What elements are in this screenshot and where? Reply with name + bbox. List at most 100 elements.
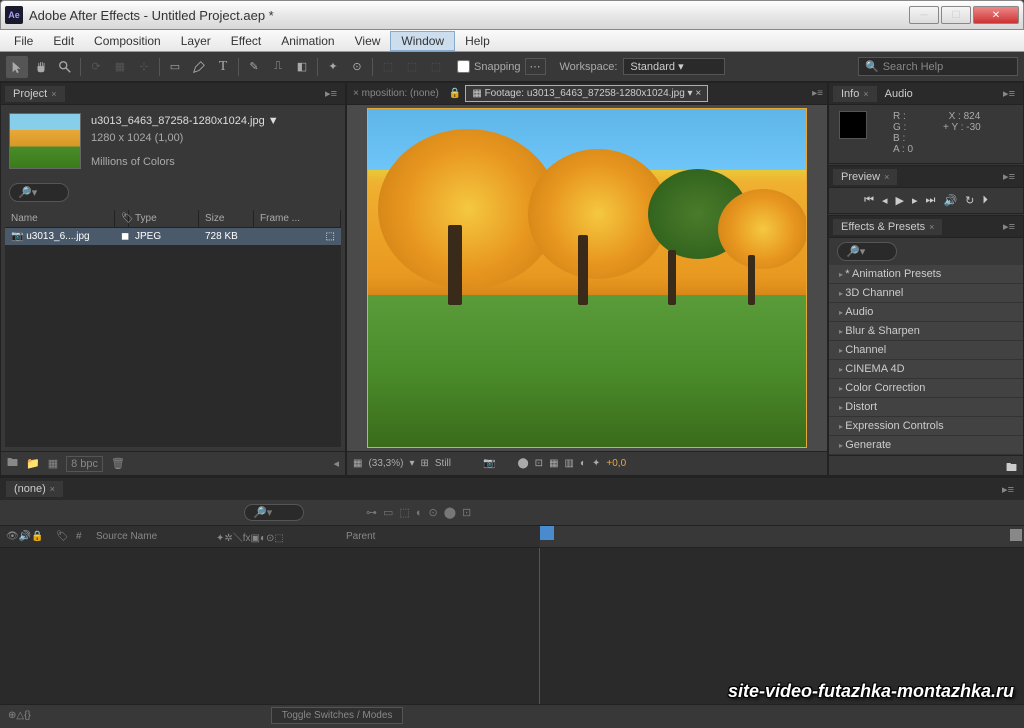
rotation-tool-icon[interactable]: ⟳ <box>85 56 107 78</box>
menu-composition[interactable]: Composition <box>84 32 171 50</box>
guides-icon[interactable]: ▥ <box>565 458 574 469</box>
camera-icon[interactable]: 📷 <box>483 458 495 469</box>
menu-animation[interactable]: Animation <box>271 32 344 50</box>
camera-tool-icon[interactable]: ▦ <box>109 56 131 78</box>
zoom-tool-icon[interactable] <box>54 56 76 78</box>
work-area-end[interactable] <box>1010 529 1022 541</box>
play-icon[interactable]: ▶ <box>896 194 904 207</box>
new-bin-icon[interactable]: 🖿 <box>1006 462 1017 474</box>
selection-tool-icon[interactable] <box>6 56 28 78</box>
prev-frame-icon[interactable]: ◂ <box>882 194 888 207</box>
tab-preview[interactable]: Preview × <box>833 169 897 185</box>
scroll-left-icon[interactable]: ◂ <box>333 457 339 470</box>
world-axis-icon[interactable]: ⬚ <box>401 56 423 78</box>
tl-tool-icon[interactable]: ⊡ <box>462 506 471 519</box>
tab-timeline[interactable]: (none) × <box>6 481 63 497</box>
close-icon[interactable]: × <box>51 89 56 99</box>
minimize-button[interactable]: ─ <box>909 6 939 24</box>
menu-file[interactable]: File <box>4 32 43 50</box>
time-indicator[interactable] <box>540 526 554 540</box>
rect-tool-icon[interactable]: ▭ <box>164 56 186 78</box>
tl-tool-icon[interactable]: ▭ <box>383 506 393 519</box>
fx-generate[interactable]: Generate <box>829 436 1023 455</box>
panel-menu-icon[interactable]: ▸≡ <box>321 87 341 100</box>
menu-window[interactable]: Window <box>390 31 455 51</box>
exposure-icon[interactable]: ✦ <box>592 458 600 469</box>
project-search-input[interactable]: 🔎▾ <box>9 183 69 202</box>
maximize-button[interactable]: ☐ <box>941 6 971 24</box>
tab-audio[interactable]: Audio <box>877 86 921 102</box>
pin-tool-icon[interactable]: ⊙ <box>346 56 368 78</box>
table-row[interactable]: 📷 u3013_6....jpg ◼ JPEG 728 KB ⬚ <box>5 228 341 245</box>
snap-options-icon[interactable]: ⋯ <box>525 58 546 75</box>
workspace-select[interactable]: Standard ▾ <box>623 58 724 75</box>
zoom-value[interactable]: (33,3%) <box>368 458 403 469</box>
panel-menu-icon[interactable]: ▸≡ <box>999 170 1019 183</box>
toggle-switches-button[interactable]: Toggle Switches / Modes <box>271 707 404 724</box>
tab-effects[interactable]: Effects & Presets × <box>833 219 942 235</box>
eraser-tool-icon[interactable]: ◧ <box>291 56 313 78</box>
bpc-button[interactable]: 8 bpc <box>66 456 103 472</box>
new-folder-icon[interactable]: 📁 <box>26 457 40 470</box>
alpha-icon[interactable]: ▦ <box>353 458 362 469</box>
col-type[interactable]: Type <box>129 210 199 227</box>
menu-layer[interactable]: Layer <box>171 32 221 50</box>
view-axis-icon[interactable]: ⬚ <box>425 56 447 78</box>
mask-icon[interactable]: ◐ <box>580 458 586 469</box>
footage-preview[interactable] <box>367 108 807 448</box>
resolution-icon[interactable]: ⊞ <box>421 458 429 469</box>
tl-tool-icon[interactable]: ◐ <box>416 507 423 519</box>
fx-audio[interactable]: Audio <box>829 303 1023 322</box>
stamp-tool-icon[interactable]: ⎍ <box>267 56 289 78</box>
effects-search-input[interactable]: 🔎▾ <box>837 242 897 261</box>
region-icon[interactable]: ⊡ <box>535 458 543 469</box>
tl-footer-icon[interactable]: ⊕ <box>8 710 16 721</box>
project-filename[interactable]: u3013_6463_87258-1280x1024.jpg ▼ <box>91 113 279 130</box>
col-name[interactable]: Name <box>5 210 115 227</box>
menu-view[interactable]: View <box>345 32 391 50</box>
first-frame-icon[interactable]: ⏮ <box>864 194 874 207</box>
menu-effect[interactable]: Effect <box>221 32 271 50</box>
ram-preview-icon[interactable]: ⏵ <box>982 194 988 207</box>
text-tool-icon[interactable]: T <box>212 56 234 78</box>
tl-tool-icon[interactable]: ⬚ <box>399 506 409 519</box>
snapping-checkbox[interactable] <box>457 60 470 73</box>
tab-project[interactable]: Project × <box>5 86 65 102</box>
tl-tool-icon[interactable]: ⊙ <box>428 506 437 519</box>
panel-menu-icon[interactable]: ▸≡ <box>999 87 1019 100</box>
search-help-input[interactable]: 🔍 Search Help <box>858 57 1018 76</box>
fx-distort[interactable]: Distort <box>829 398 1023 417</box>
timeline-search-input[interactable]: 🔎▾ <box>244 504 304 521</box>
roto-tool-icon[interactable]: ✦ <box>322 56 344 78</box>
local-axis-icon[interactable]: ⬚ <box>377 56 399 78</box>
fx-cinema4d[interactable]: CINEMA 4D <box>829 360 1023 379</box>
tab-composition[interactable]: × mposition: (none) <box>347 86 445 101</box>
menu-edit[interactable]: Edit <box>43 32 84 50</box>
panel-menu-icon[interactable]: ▸≡ <box>999 220 1019 233</box>
tl-tool-icon[interactable]: ⬤ <box>444 506 456 519</box>
close-button[interactable]: ✕ <box>973 6 1019 24</box>
lock-icon[interactable]: 🔒 <box>445 88 465 99</box>
layer-num-col[interactable]: # <box>70 529 90 544</box>
tl-tool-icon[interactable]: ⊶ <box>366 506 377 519</box>
tl-footer-icon[interactable]: △ <box>16 710 24 721</box>
anchor-tool-icon[interactable]: ⊹ <box>133 56 155 78</box>
source-name-col[interactable]: Source Name <box>90 529 210 544</box>
timeline-layer-list[interactable] <box>0 548 540 704</box>
fx-color-correction[interactable]: Color Correction <box>829 379 1023 398</box>
col-frame[interactable]: Frame ... <box>254 210 341 227</box>
grid-icon[interactable]: ▦ <box>549 458 558 469</box>
next-frame-icon[interactable]: ▸ <box>912 194 918 207</box>
fx-animation-presets[interactable]: * Animation Presets <box>829 265 1023 284</box>
toggle-transparency-icon[interactable]: ⬤ <box>517 458 528 469</box>
last-frame-icon[interactable]: ⏭ <box>926 194 936 207</box>
col-size[interactable]: Size <box>199 210 254 227</box>
fx-channel[interactable]: Channel <box>829 341 1023 360</box>
tab-footage[interactable]: ▦ Footage: u3013_6463_87258-1280x1024.jp… <box>465 85 708 102</box>
label-col-icon[interactable]: 🏷 <box>50 529 70 544</box>
panel-menu-icon[interactable]: ▸≡ <box>808 88 827 99</box>
tab-info[interactable]: Info × <box>833 86 877 102</box>
parent-col[interactable]: Parent <box>340 529 381 544</box>
fx-expression-controls[interactable]: Expression Controls <box>829 417 1023 436</box>
switches-col[interactable]: ✦✲＼fx▣◐⊙⬚ <box>210 527 340 546</box>
